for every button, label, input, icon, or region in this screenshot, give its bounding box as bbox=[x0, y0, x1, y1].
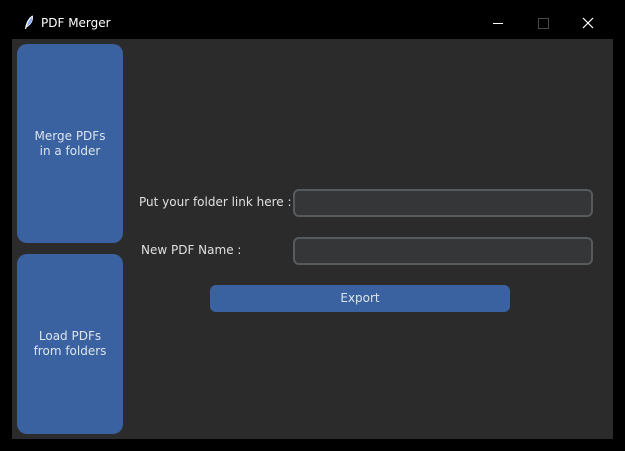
load-pdfs-from-folders-button[interactable]: Load PDFs from folders bbox=[17, 254, 123, 434]
new-pdf-name-input[interactable] bbox=[293, 237, 593, 265]
merge-pdfs-in-folder-button[interactable]: Merge PDFs in a folder bbox=[17, 44, 123, 243]
folder-link-input[interactable] bbox=[293, 189, 593, 217]
export-button[interactable]: Export bbox=[210, 285, 510, 312]
maximize-button[interactable] bbox=[520, 8, 564, 39]
feather-icon bbox=[22, 15, 36, 31]
minimize-button[interactable] bbox=[476, 8, 520, 39]
folder-link-label: Put your folder link here : bbox=[139, 195, 292, 209]
new-pdf-name-label: New PDF Name : bbox=[141, 243, 242, 257]
title-bar[interactable]: PDF Merger bbox=[12, 8, 613, 39]
app-window: PDF Merger Merge PDFs in a folder Load P… bbox=[0, 0, 625, 451]
main-panel: Merge PDFs in a folder Load PDFs from fo… bbox=[12, 39, 613, 439]
window-title: PDF Merger bbox=[41, 16, 111, 30]
close-button[interactable] bbox=[565, 8, 609, 39]
